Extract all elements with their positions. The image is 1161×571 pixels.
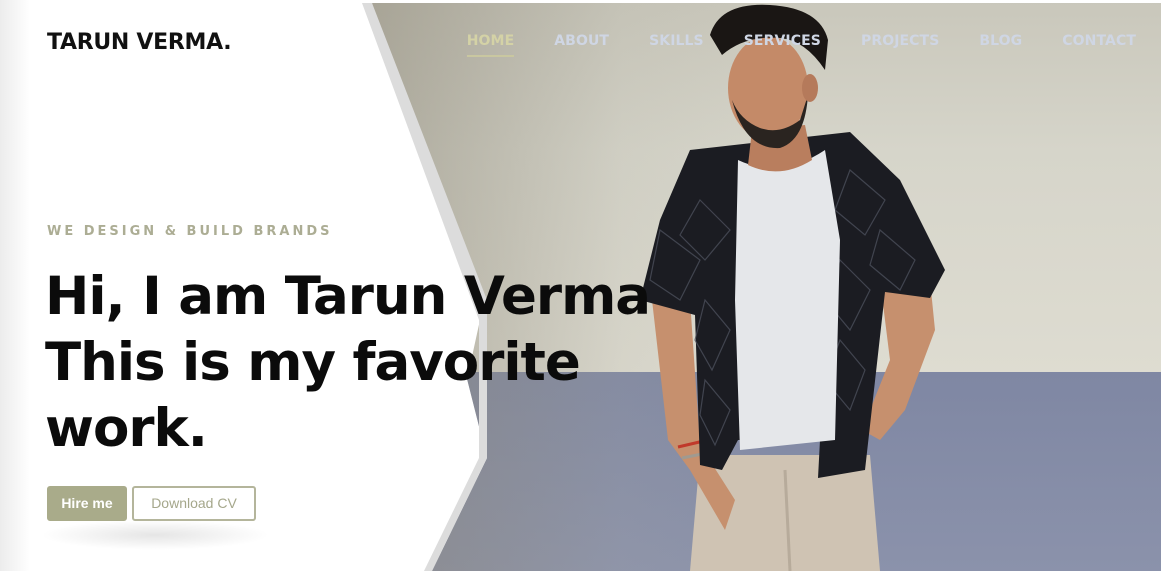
nav-about[interactable]: ABOUT: [554, 33, 609, 57]
main-nav: HOME ABOUT SKILLS SERVICES PROJECTS BLOG…: [427, 33, 1136, 57]
nav-projects[interactable]: PROJECTS: [861, 33, 939, 57]
download-cv-button[interactable]: Download CV: [132, 486, 256, 521]
headline-line-3: work.: [45, 398, 208, 459]
left-edge-fade: [0, 0, 30, 571]
nav-blog[interactable]: BLOG: [979, 33, 1022, 57]
headline-line-2: This is my favorite: [45, 332, 581, 393]
nav-home[interactable]: HOME: [466, 33, 515, 57]
nav-skills[interactable]: SKILLS: [649, 33, 704, 57]
hire-me-button[interactable]: Hire me: [47, 486, 127, 521]
hero-section: TARUN VERMA. HOME ABOUT SKILLS SERVICES …: [0, 0, 1161, 571]
nav-contact[interactable]: CONTACT: [1062, 33, 1136, 57]
hero-headline: Hi, I am Tarun Verma This is my favorite…: [45, 264, 685, 462]
hero-tagline: WE DESIGN & BUILD BRANDS: [47, 224, 333, 239]
brand-logo[interactable]: TARUN VERMA.: [47, 30, 232, 55]
buttons-shadow: [40, 520, 270, 550]
nav-services[interactable]: SERVICES: [744, 33, 821, 57]
headline-line-1: Hi, I am Tarun Verma: [45, 266, 651, 327]
